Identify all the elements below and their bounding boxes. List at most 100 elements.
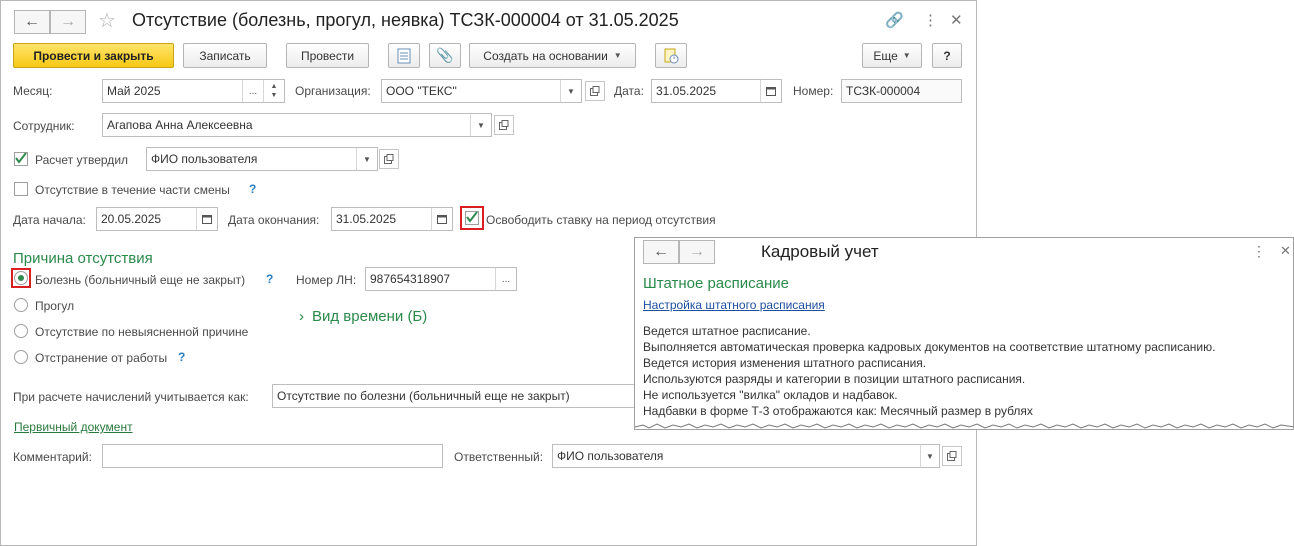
dropdown-arrow-icon: ▼ bbox=[363, 154, 371, 164]
reason-radio-illness[interactable] bbox=[14, 271, 28, 285]
ln-select-button[interactable]: ... bbox=[495, 267, 517, 291]
report-button[interactable] bbox=[388, 43, 420, 68]
approved-checkbox[interactable] bbox=[14, 152, 28, 166]
reason-label-illness: Болезнь (больничный еще не закрыт) bbox=[35, 273, 246, 287]
open-in-window-icon bbox=[384, 154, 394, 164]
dropdown-arrow-icon: ▼ bbox=[477, 120, 485, 130]
stepper-down-icon[interactable]: ▼ bbox=[271, 91, 278, 100]
help-question-icon[interactable]: ? bbox=[266, 272, 273, 286]
free-rate-checkbox[interactable] bbox=[465, 211, 479, 225]
number-field[interactable]: ТСЗК-000004 bbox=[841, 79, 962, 103]
attachments-button[interactable]: 📎 bbox=[429, 43, 461, 68]
time-type-label: Вид времени (Б) bbox=[312, 308, 428, 325]
staffing-settings-link[interactable]: Настройка штатного расписания bbox=[643, 298, 825, 312]
responsible-open-button[interactable] bbox=[942, 446, 962, 466]
start-date-label: Дата начала: bbox=[13, 213, 86, 227]
document-clock-icon bbox=[664, 48, 679, 63]
dropdown-arrow-icon: ▼ bbox=[613, 51, 622, 60]
reason-radio-unknown[interactable] bbox=[14, 324, 28, 338]
organization-label: Организация: bbox=[295, 84, 371, 98]
document-history-button[interactable] bbox=[655, 43, 687, 68]
primary-document-link[interactable]: Первичный документ bbox=[14, 420, 133, 434]
help-question-icon[interactable]: ? bbox=[178, 350, 185, 364]
partial-shift-label: Отсутствие в течение части смены bbox=[35, 183, 230, 197]
employee-open-button[interactable] bbox=[494, 115, 514, 135]
help-button[interactable]: ? bbox=[932, 43, 962, 68]
employee-dropdown-button[interactable]: ▼ bbox=[470, 113, 492, 137]
comment-field[interactable] bbox=[102, 444, 443, 468]
month-select-button[interactable]: ... bbox=[242, 79, 264, 103]
forward-button[interactable]: → bbox=[50, 10, 86, 34]
more-label: Еще bbox=[873, 48, 898, 63]
popup-text-line: Не используется "вилка" окладов и надбав… bbox=[643, 388, 898, 402]
kebab-menu-icon[interactable]: ⋮ bbox=[1252, 243, 1266, 260]
reason-radio-suspension[interactable] bbox=[14, 350, 28, 364]
open-in-window-icon bbox=[590, 86, 600, 96]
hr-settings-popup: ← → Кадровый учет ⋮ ✕ Штатное расписание… bbox=[634, 237, 1294, 430]
kebab-menu-icon[interactable]: ⋮ bbox=[923, 11, 938, 29]
stepper-up-icon[interactable]: ▲ bbox=[271, 82, 278, 91]
date-field[interactable]: 31.05.2025 bbox=[651, 79, 761, 103]
employee-label: Сотрудник: bbox=[13, 119, 75, 133]
chevron-right-icon: › bbox=[299, 308, 304, 325]
popup-text-line: Ведется история изменения штатного распи… bbox=[643, 356, 927, 370]
checkmark-icon bbox=[15, 152, 27, 164]
torn-edge-divider bbox=[635, 423, 1293, 429]
approved-by-open-button[interactable] bbox=[379, 149, 399, 169]
popup-text-line: Надбавки в форме Т-3 отображаются как: М… bbox=[643, 404, 1033, 418]
ellipsis-icon: ... bbox=[248, 85, 258, 97]
save-button[interactable]: Записать bbox=[183, 43, 267, 68]
star-icon[interactable]: ☆ bbox=[98, 8, 116, 33]
popup-text-line: Используются разряды и категории в позиц… bbox=[643, 372, 1026, 386]
help-question-icon[interactable]: ? bbox=[249, 182, 256, 196]
reason-header: Причина отсутствия bbox=[13, 250, 153, 267]
popup-forward-button[interactable]: → bbox=[679, 240, 715, 264]
start-date-field[interactable]: 20.05.2025 bbox=[96, 207, 197, 231]
close-icon[interactable]: ✕ bbox=[950, 11, 963, 29]
page-title: Отсутствие (болезнь, прогул, неявка) ТСЗ… bbox=[132, 10, 679, 30]
date-calendar-button[interactable] bbox=[760, 79, 782, 103]
month-field[interactable]: Май 2025 bbox=[102, 79, 243, 103]
post-button[interactable]: Провести bbox=[286, 43, 369, 68]
start-date-calendar-button[interactable] bbox=[196, 207, 218, 231]
employee-field[interactable]: Агапова Анна Алексеевна bbox=[102, 113, 471, 137]
calc-as-field[interactable]: Отсутствие по болезни (больничный еще не… bbox=[272, 384, 637, 408]
responsible-field[interactable]: ФИО пользователя bbox=[552, 444, 921, 468]
approved-label: Расчет утвердил bbox=[35, 153, 129, 167]
open-in-window-icon bbox=[947, 451, 957, 461]
link-icon[interactable]: 🔗 bbox=[885, 11, 904, 29]
responsible-dropdown-button[interactable]: ▼ bbox=[920, 444, 940, 468]
dropdown-arrow-icon: ▼ bbox=[926, 451, 934, 461]
ellipsis-icon: ... bbox=[501, 273, 511, 285]
reason-radio-truancy[interactable] bbox=[14, 298, 28, 312]
approved-by-field[interactable]: ФИО пользователя bbox=[146, 147, 357, 171]
close-icon[interactable]: ✕ bbox=[1280, 243, 1291, 259]
organization-field[interactable]: ООО "ТЕКС" bbox=[381, 79, 561, 103]
ln-number-field[interactable]: 987654318907 bbox=[365, 267, 496, 291]
end-date-label: Дата окончания: bbox=[228, 213, 320, 227]
end-date-calendar-button[interactable] bbox=[431, 207, 453, 231]
create-based-label: Создать на основании bbox=[483, 48, 608, 63]
approved-by-dropdown-button[interactable]: ▼ bbox=[356, 147, 378, 171]
dropdown-arrow-icon: ▼ bbox=[902, 51, 911, 60]
end-date-field[interactable]: 31.05.2025 bbox=[331, 207, 432, 231]
partial-shift-checkbox[interactable] bbox=[14, 182, 28, 196]
arrow-right-icon: → bbox=[689, 243, 705, 260]
organization-dropdown-button[interactable]: ▼ bbox=[560, 79, 582, 103]
list-document-icon bbox=[397, 48, 411, 63]
open-in-window-icon bbox=[499, 120, 509, 130]
month-stepper[interactable]: ▲ ▼ bbox=[263, 79, 285, 103]
paperclip-icon: 📎 bbox=[436, 47, 454, 63]
reason-label-truancy: Прогул bbox=[35, 299, 75, 313]
back-button[interactable]: ← bbox=[14, 10, 50, 34]
organization-open-button[interactable] bbox=[585, 81, 605, 101]
post-and-close-button[interactable]: Провести и закрыть bbox=[13, 43, 174, 68]
responsible-label: Ответственный: bbox=[454, 450, 544, 464]
arrow-left-icon: ← bbox=[653, 243, 669, 260]
create-based-on-button[interactable]: Создать на основании ▼ bbox=[469, 43, 636, 68]
comment-label: Комментарий: bbox=[13, 450, 92, 464]
popup-back-button[interactable]: ← bbox=[643, 240, 679, 264]
more-button[interactable]: Еще ▼ bbox=[862, 43, 922, 68]
reason-label-unknown: Отсутствие по невыясненной причине bbox=[35, 325, 249, 339]
time-type-toggle[interactable]: › Вид времени (Б) bbox=[299, 308, 427, 325]
